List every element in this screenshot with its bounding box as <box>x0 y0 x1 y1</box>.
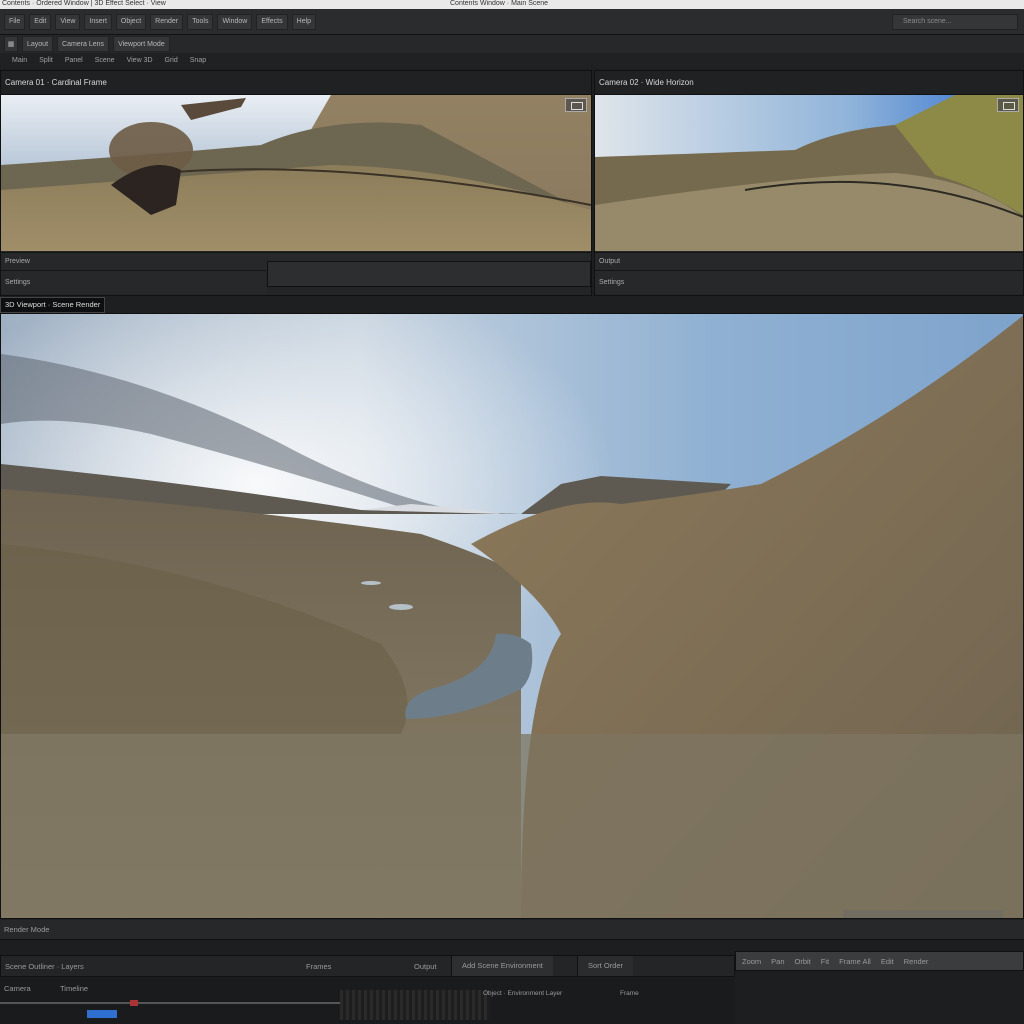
right-preview-footer: Settings <box>595 270 1023 294</box>
bottom-right-toolbar: Zoom Pan Orbit Fit Frame All Edit Render <box>735 951 1024 971</box>
pan-button[interactable]: Pan <box>771 957 784 966</box>
bottom-panel: Scene Outliner · Layers Frames Output Ad… <box>0 940 1024 1024</box>
left-preview-title: Camera 01 · Cardinal Frame <box>1 71 591 95</box>
frame-label: Frame <box>620 990 639 997</box>
view-item-grid[interactable]: Grid <box>165 57 178 64</box>
viewport-scrollbar[interactable] <box>843 910 1003 918</box>
title-bar: Contents · Ordered Window | 3D Effect Se… <box>0 0 1024 9</box>
edit-button[interactable]: Edit <box>881 957 894 966</box>
toolbar-button-render[interactable]: Render <box>150 13 184 30</box>
timeline-playhead[interactable] <box>87 1010 117 1018</box>
view-item-snap[interactable]: Snap <box>190 57 206 64</box>
left-maximize-icon[interactable] <box>565 98 587 112</box>
toolbar2-layout-button[interactable]: Layout <box>22 36 54 52</box>
right-maximize-icon[interactable] <box>997 98 1019 112</box>
right-preview-label: Output <box>595 252 1023 270</box>
bottom-timeline: Camera Timeline Object · Environment Lay… <box>0 978 735 1024</box>
toolbar2-camera-button[interactable]: Camera Lens <box>57 36 110 52</box>
zoom-button[interactable]: Zoom <box>742 957 761 966</box>
toolbar-button-view[interactable]: View <box>55 13 81 30</box>
timeline-label: Timeline <box>60 984 89 993</box>
right-preview-image <box>595 95 1023 251</box>
secondary-toolbar: ▦ Layout Camera Lens Viewport Mode <box>0 35 1024 53</box>
frame-all-button[interactable]: Frame All <box>839 957 871 966</box>
search-input[interactable]: Search scene... <box>892 14 1018 30</box>
main-viewport[interactable] <box>0 313 1024 919</box>
output-label: Output <box>414 962 437 971</box>
timeline-waveform <box>340 990 490 1020</box>
render-button[interactable]: Render <box>904 957 929 966</box>
layer-info: Object · Environment Layer <box>483 990 563 997</box>
view-toolbar: Main Split Panel Scene View 3D Grid Snap <box>0 53 1024 68</box>
toolbar-button-window[interactable]: Window <box>217 13 253 30</box>
right-preview-panel: Camera 02 · Wide Horizon Output Settings <box>594 70 1024 296</box>
toolbar-button-effects[interactable]: Effects <box>256 13 288 30</box>
view-item-main[interactable]: Main <box>12 57 27 64</box>
status-bar: Render Mode <box>0 920 1024 940</box>
left-preview-panel: Camera 01 · Cardinal Frame Preview Setti… <box>0 70 592 296</box>
right-preview-viewport[interactable] <box>595 95 1023 251</box>
left-preview-footer: Settings <box>1 270 266 294</box>
view-item-3d[interactable]: View 3D <box>127 57 153 64</box>
left-preview-viewport[interactable] <box>1 95 591 251</box>
left-preview-property-field[interactable] <box>267 261 591 287</box>
title-left: Contents · Ordered Window | 3D Effect Se… <box>2 0 166 7</box>
view-item-panel[interactable]: Panel <box>65 57 83 64</box>
grid-icon[interactable]: ▦ <box>4 36 18 52</box>
toolbar-button-edit[interactable]: Edit <box>29 13 52 30</box>
toolbar-button-file[interactable]: File <box>4 13 26 30</box>
outliner-title: Scene Outliner · Layers <box>5 962 84 971</box>
toolbar-button-insert[interactable]: Insert <box>84 13 112 30</box>
timeline-keyframe[interactable] <box>130 1000 138 1006</box>
window-title: Contents Window · Main Scene <box>450 0 549 7</box>
toolbar-button-object[interactable]: Object <box>115 13 147 30</box>
tab-add-scene[interactable]: Add Scene Environment <box>451 956 553 976</box>
toolbar-button-help[interactable]: Help <box>291 13 317 30</box>
view-item-scene[interactable]: Scene <box>95 57 115 64</box>
view-item-split[interactable]: Split <box>39 57 53 64</box>
main-viewport-image <box>1 314 1023 918</box>
camera-label: Camera <box>4 984 31 993</box>
right-preview-title: Camera 02 · Wide Horizon <box>595 71 1023 95</box>
main-toolbar: File Edit View Insert Object Render Tool… <box>0 9 1024 35</box>
main-viewport-label: 3D Viewport · Scene Render <box>0 297 106 313</box>
toolbar-button-tools[interactable]: Tools <box>187 13 214 30</box>
fit-button[interactable]: Fit <box>821 957 829 966</box>
orbit-button[interactable]: Orbit <box>795 957 811 966</box>
tab-sort-order[interactable]: Sort Order <box>577 956 634 976</box>
frames-label: Frames <box>306 962 332 971</box>
toolbar2-viewport-button[interactable]: Viewport Mode <box>113 36 170 52</box>
status-text: Render Mode <box>4 925 50 934</box>
left-preview-image <box>1 95 591 251</box>
bottom-row-1: Scene Outliner · Layers Frames Output Ad… <box>0 955 735 977</box>
